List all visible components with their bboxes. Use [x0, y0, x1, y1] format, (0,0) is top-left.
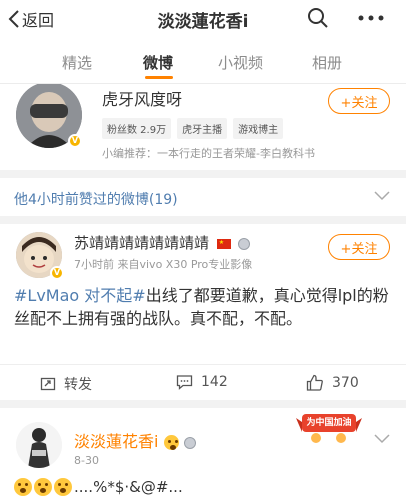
- chevron-down-icon[interactable]: [374, 434, 390, 444]
- more-dots-icon: [358, 15, 384, 21]
- emoji-icon: [163, 435, 179, 450]
- recommended-user-name[interactable]: 虎牙风度呀: [102, 86, 182, 110]
- post-body: #LvMao 对不起#出线了都要道歉，真心觉得lpl的粉丝配不上拥有强的战队。真…: [14, 284, 392, 330]
- follow-button[interactable]: +关注: [328, 234, 390, 260]
- post-hashtag[interactable]: #LvMao 对不起#: [14, 286, 146, 305]
- search-button[interactable]: [306, 6, 330, 30]
- post-author-text: 苏靖靖靖靖靖靖靖靖: [74, 234, 210, 252]
- top-bar: 返回 淡淡蓮花香i: [0, 0, 406, 36]
- ribbon-text: 为中国加油: [306, 418, 352, 428]
- avatar[interactable]: [16, 422, 62, 468]
- chevron-down-icon: [374, 191, 390, 201]
- profile-tabs: 精选 微博 小视频 相册: [0, 36, 406, 84]
- post-author-name[interactable]: 苏靖靖靖靖靖靖靖靖 ★: [74, 232, 250, 253]
- weibo-post[interactable]: V 苏靖靖靖靖靖靖靖靖 ★ +关注 7小时前 来自vivo X30 Pro专业影…: [0, 224, 406, 400]
- repost-icon: [40, 377, 56, 391]
- weibo-post[interactable]: 淡淡蓮花香i 为中国加油 8-30 ....%*$·&@#...: [0, 408, 406, 503]
- verified-badge-icon: V: [50, 266, 64, 280]
- like-button[interactable]: 370: [306, 374, 359, 392]
- active-tab-indicator: [145, 76, 173, 79]
- tag-followers: 粉丝数 2.9万: [102, 118, 172, 139]
- post-date: 8-30: [74, 454, 99, 467]
- search-icon: [308, 8, 328, 28]
- tag-huya-streamer: 虎牙主播: [177, 118, 228, 139]
- more-button[interactable]: [356, 8, 386, 28]
- post-action-bar: 转发 142 370: [0, 364, 406, 400]
- cheer-for-china-badge: 为中国加油: [296, 408, 362, 444]
- recommendation-text: 小编推荐：一本行走的王者荣耀-李白教科书: [102, 147, 315, 160]
- medal-icon: [237, 237, 250, 250]
- page-title: 淡淡蓮花香i: [157, 12, 249, 32]
- tab-album[interactable]: 相册: [312, 52, 342, 73]
- liked-posts-header[interactable]: 他4小时前赞过的微博(19): [0, 178, 406, 216]
- chevron-left-icon: [8, 10, 19, 28]
- medal-icon: [183, 436, 196, 449]
- back-label: 返回: [22, 11, 55, 30]
- liked-posts-title: 他4小时前赞过的微博(19): [14, 192, 178, 208]
- post-author-name[interactable]: 淡淡蓮花香i: [74, 428, 196, 452]
- post-meta: 7小时前 来自vivo X30 Pro专业影像: [74, 258, 253, 271]
- emoji-icon: [14, 478, 32, 496]
- post-text: ....%*$·&@#...: [74, 478, 183, 496]
- comment-button[interactable]: 142: [176, 374, 228, 390]
- tab-featured[interactable]: 精选: [62, 52, 92, 73]
- back-button[interactable]: 返回: [8, 7, 54, 31]
- comment-count: 142: [201, 374, 228, 390]
- china-flag-icon: ★: [216, 238, 231, 249]
- tab-weibo[interactable]: 微博: [143, 52, 173, 73]
- repost-label: 转发: [64, 377, 92, 393]
- like-count: 370: [332, 375, 359, 391]
- recommended-user-card[interactable]: V 虎牙风度呀 +关注 粉丝数 2.9万 虎牙主播 游戏博主 小编推荐：一本行走…: [0, 84, 406, 170]
- tab-short-video[interactable]: 小视频: [218, 52, 263, 73]
- comment-icon: [176, 375, 193, 390]
- thumbs-up-icon: [306, 374, 323, 391]
- post-body: ....%*$·&@#...: [14, 478, 183, 496]
- post-author-text: 淡淡蓮花香i: [74, 432, 159, 451]
- repost-button[interactable]: 转发: [40, 374, 92, 394]
- emoji-icon: [54, 478, 72, 496]
- follow-button[interactable]: +关注: [328, 88, 390, 114]
- user-tags: 粉丝数 2.9万 虎牙主播 游戏博主: [102, 118, 284, 139]
- tag-game-blogger: 游戏博主: [233, 118, 284, 139]
- avatar-image: [16, 422, 62, 468]
- emoji-icon: [34, 478, 52, 496]
- verified-badge-icon: V: [68, 134, 82, 148]
